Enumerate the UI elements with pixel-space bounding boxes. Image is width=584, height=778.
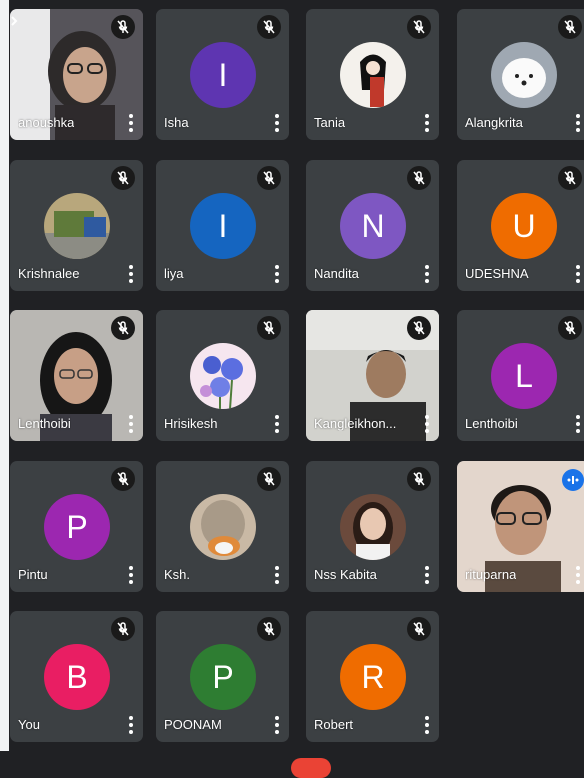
more-vert-icon[interactable]	[423, 114, 431, 132]
more-vert-icon[interactable]	[423, 265, 431, 283]
avatar: P	[44, 494, 110, 560]
more-vert-icon[interactable]	[273, 265, 281, 283]
participant-tile-udeshna[interactable]: U UDESHNA	[457, 160, 584, 291]
participant-tile-alangkrita[interactable]: Alangkrita	[457, 9, 584, 140]
more-vert-icon[interactable]	[127, 265, 135, 283]
more-vert-icon[interactable]	[423, 716, 431, 734]
mic-off-icon	[407, 316, 431, 340]
participant-name: Ksh.	[164, 567, 191, 582]
avatar: N	[340, 193, 406, 259]
participant-tile-liya[interactable]: I liya	[156, 160, 289, 291]
mic-off-icon	[111, 316, 135, 340]
participant-tile-you[interactable]: B You	[10, 611, 143, 742]
participant-tile-lenthoibi[interactable]: L Lenthoibi	[457, 310, 584, 441]
avatar	[340, 42, 406, 108]
mic-off-icon	[558, 15, 582, 39]
participant-tile-krishnalee[interactable]: Krishnalee	[10, 160, 143, 291]
more-vert-icon[interactable]	[574, 265, 582, 283]
mic-off-icon	[257, 166, 281, 190]
more-vert-icon[interactable]	[127, 415, 135, 433]
more-vert-icon[interactable]	[574, 566, 582, 584]
mic-off-icon	[407, 617, 431, 641]
participant-name: anoushka	[18, 115, 75, 130]
participant-name: POONAM	[164, 717, 222, 732]
avatar	[44, 193, 110, 259]
participant-name: liya	[164, 266, 184, 281]
participant-name: You	[18, 717, 40, 732]
avatar: R	[340, 644, 406, 710]
more-vert-icon[interactable]	[127, 566, 135, 584]
participant-name: Kangleikhon...	[314, 416, 397, 431]
participant-tile-nss-kabita[interactable]: Nss Kabita	[306, 461, 439, 592]
participant-tile-poonam[interactable]: P POONAM	[156, 611, 289, 742]
participant-name: Krishnalee	[18, 266, 80, 281]
more-vert-icon[interactable]	[423, 566, 431, 584]
participant-name: Robert	[314, 717, 354, 732]
avatar: U	[491, 193, 557, 259]
participant-name: Tania	[314, 115, 346, 130]
more-vert-icon[interactable]	[127, 114, 135, 132]
participant-name: Isha	[164, 115, 189, 130]
avatar	[190, 494, 256, 560]
more-vert-icon[interactable]	[273, 114, 281, 132]
participant-tile-rituparna[interactable]: rituparna	[457, 461, 584, 592]
avatar: B	[44, 644, 110, 710]
audio-level-icon	[562, 469, 584, 491]
more-vert-icon[interactable]	[273, 415, 281, 433]
participant-name: rituparna	[465, 567, 517, 582]
participant-grid: anoushka I Isha Tania Alangkrita Krishna…	[0, 0, 584, 763]
participant-tile-pintu[interactable]: P Pintu	[10, 461, 143, 592]
participant-tile-lenthoibi-video[interactable]: Lenthoibi	[10, 310, 143, 441]
participant-tile-hrisikesh[interactable]: Hrisikesh	[156, 310, 289, 441]
mic-off-icon	[111, 467, 135, 491]
avatar: L	[491, 343, 557, 409]
mic-off-icon	[257, 467, 281, 491]
mic-off-icon	[257, 617, 281, 641]
participant-name: Pintu	[18, 567, 48, 582]
participant-tile-anoushka[interactable]: anoushka	[10, 9, 143, 140]
more-vert-icon[interactable]	[574, 415, 582, 433]
mic-off-icon	[257, 15, 281, 39]
mic-off-icon	[111, 617, 135, 641]
participant-tile-kangleikhon[interactable]: Kangleikhon...	[306, 310, 439, 441]
participant-name: Nss Kabita	[314, 567, 377, 582]
avatar: I	[190, 193, 256, 259]
mic-off-icon	[111, 15, 135, 39]
mic-off-icon	[407, 166, 431, 190]
participant-tile-isha[interactable]: I Isha	[156, 9, 289, 140]
participant-tile-robert[interactable]: R Robert	[306, 611, 439, 742]
avatar	[190, 343, 256, 409]
participant-name: Lenthoibi	[18, 416, 71, 431]
avatar: P	[190, 644, 256, 710]
participant-tile-ksh[interactable]: Ksh.	[156, 461, 289, 592]
avatar	[491, 42, 557, 108]
more-vert-icon[interactable]	[423, 415, 431, 433]
more-vert-icon[interactable]	[273, 716, 281, 734]
more-vert-icon[interactable]	[574, 114, 582, 132]
avatar	[340, 494, 406, 560]
participant-tile-tania[interactable]: Tania	[306, 9, 439, 140]
participant-name: Lenthoibi	[465, 416, 518, 431]
participant-name: Hrisikesh	[164, 416, 218, 431]
mic-off-icon	[558, 316, 582, 340]
participant-name: Alangkrita	[465, 115, 523, 130]
more-vert-icon[interactable]	[127, 716, 135, 734]
participant-name: Nandita	[314, 266, 359, 281]
mic-off-icon	[257, 316, 281, 340]
mic-off-icon	[407, 15, 431, 39]
participant-tile-nandita[interactable]: N Nandita	[306, 160, 439, 291]
avatar: I	[190, 42, 256, 108]
mic-off-icon	[111, 166, 135, 190]
end-call-button[interactable]	[291, 758, 331, 778]
mic-off-icon	[407, 467, 431, 491]
participant-name: UDESHNA	[465, 266, 529, 281]
mic-off-icon	[558, 166, 582, 190]
more-vert-icon[interactable]	[273, 566, 281, 584]
